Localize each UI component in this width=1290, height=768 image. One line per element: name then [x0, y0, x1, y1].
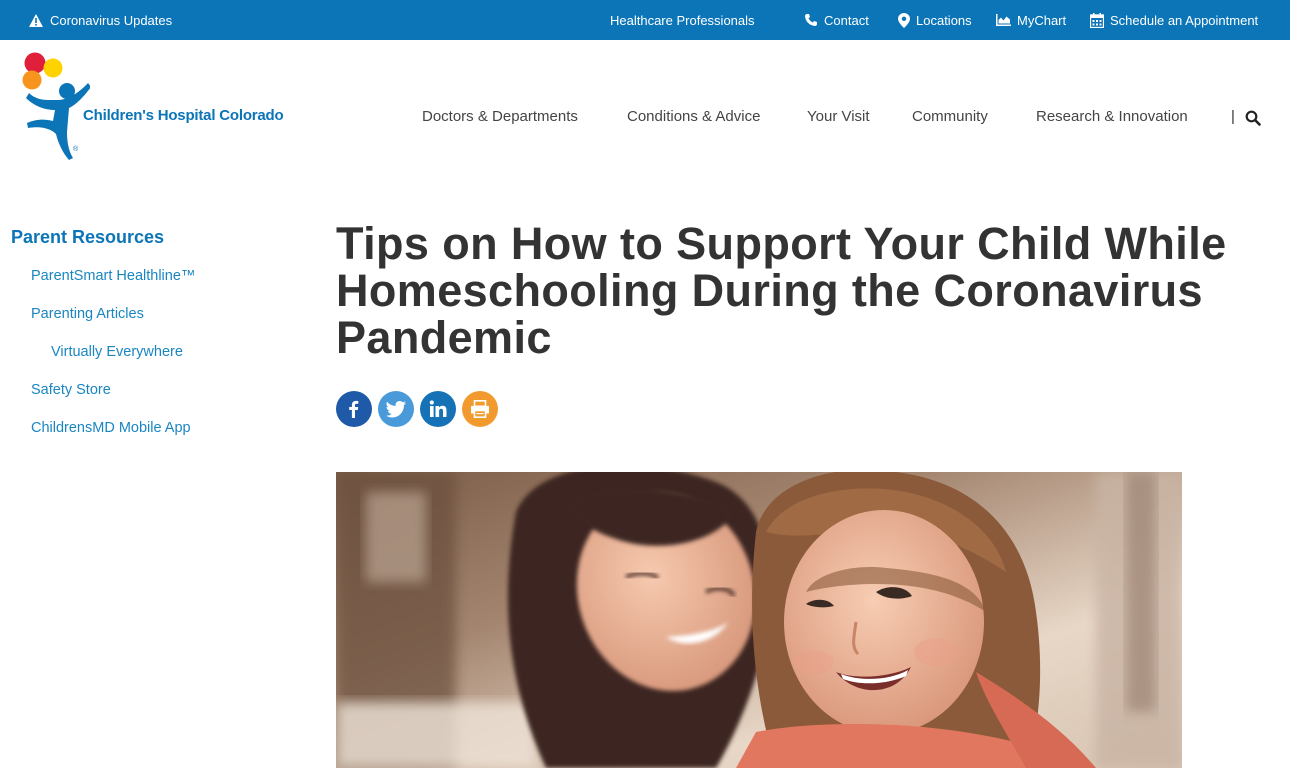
facebook-icon	[349, 400, 359, 418]
warning-icon	[28, 13, 44, 28]
hero-photo	[336, 472, 1182, 768]
utility-bar: Coronavirus Updates Healthcare Professio…	[0, 0, 1290, 40]
contact-label: Contact	[824, 12, 869, 28]
sidebar-item-parenting-articles[interactable]: Parenting Articles	[31, 306, 144, 322]
search-icon	[1245, 110, 1261, 126]
twitter-icon	[386, 400, 406, 417]
nav-research-innovation[interactable]: Research & Innovation	[1036, 96, 1188, 138]
print-button[interactable]	[462, 391, 498, 427]
schedule-appointment-link[interactable]: Schedule an Appointment	[1090, 0, 1258, 40]
healthcare-professionals-label: Healthcare Professionals	[610, 12, 755, 28]
nav-conditions-advice[interactable]: Conditions & Advice	[627, 96, 760, 138]
nav-separator: |	[1231, 108, 1235, 125]
sidebar-item-safety-store[interactable]: Safety Store	[31, 382, 111, 398]
locations-link[interactable]: Locations	[898, 0, 972, 40]
facebook-share-button[interactable]	[336, 391, 372, 427]
search-button[interactable]	[1245, 110, 1263, 128]
schedule-appointment-label: Schedule an Appointment	[1110, 12, 1259, 28]
nav-doctors-departments[interactable]: Doctors & Departments	[422, 96, 578, 138]
calendar-icon	[1090, 12, 1104, 28]
healthcare-professionals-link[interactable]: Healthcare Professionals	[610, 0, 755, 40]
map-pin-icon	[898, 12, 910, 28]
sidebar-title[interactable]: Parent Resources	[11, 227, 164, 248]
sidebar-item-virtually-everywhere[interactable]: Virtually Everywhere	[51, 344, 183, 360]
locations-label: Locations	[916, 12, 972, 28]
sidebar-item-parentsmart-healthline[interactable]: ParentSmart Healthline™	[31, 268, 195, 284]
coronavirus-updates-link[interactable]: Coronavirus Updates	[28, 0, 172, 40]
nav-your-visit[interactable]: Your Visit	[807, 96, 870, 138]
article-title: Tips on How to Support Your Child While …	[336, 218, 1227, 363]
phone-icon	[804, 13, 818, 27]
coronavirus-updates-label: Coronavirus Updates	[50, 12, 173, 28]
print-icon	[471, 400, 489, 418]
chart-icon	[996, 14, 1011, 26]
contact-link[interactable]: Contact	[804, 0, 869, 40]
hero-image	[336, 472, 1182, 768]
mychart-label: MyChart	[1017, 12, 1067, 28]
sidebar-item-childrensmd-app[interactable]: ChildrensMD Mobile App	[31, 420, 191, 436]
linkedin-share-button[interactable]	[420, 391, 456, 427]
share-buttons	[336, 391, 498, 427]
linkedin-icon	[429, 400, 447, 417]
nav-community[interactable]: Community	[912, 96, 988, 138]
mychart-link[interactable]: MyChart	[996, 0, 1066, 40]
registered-mark: ®	[73, 146, 79, 153]
main-navigation: Doctors & Departments Conditions & Advic…	[0, 96, 1290, 138]
twitter-share-button[interactable]	[378, 391, 414, 427]
